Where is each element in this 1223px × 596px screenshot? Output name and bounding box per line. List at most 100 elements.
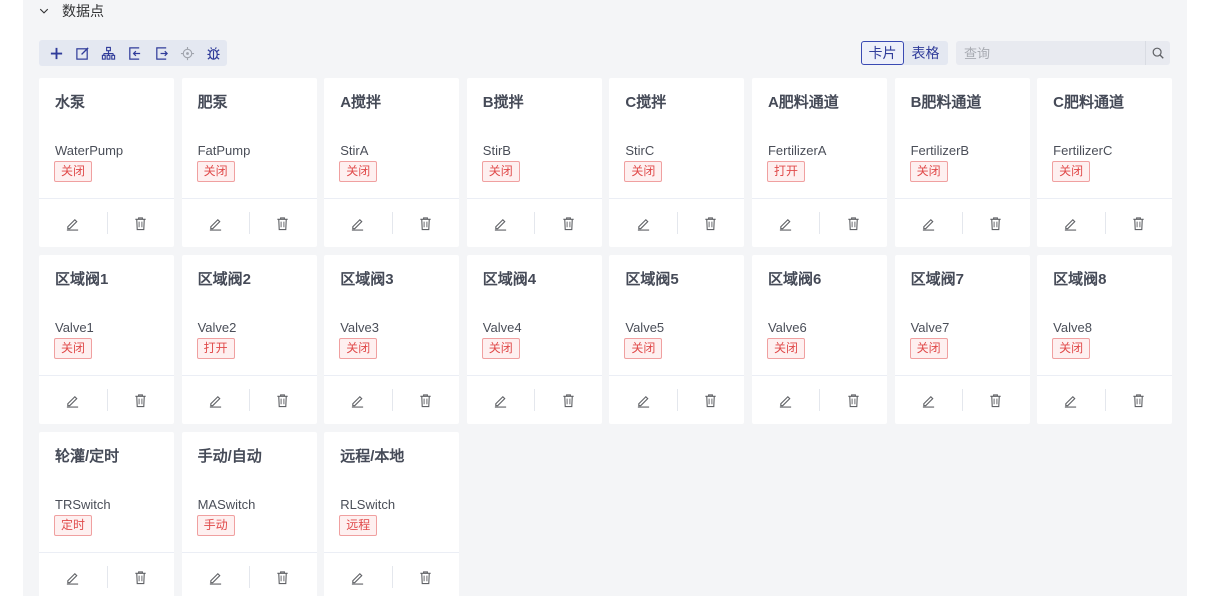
edit-button[interactable] [895,376,963,424]
view-table-tab[interactable]: 表格 [904,41,947,65]
delete-button[interactable] [249,199,317,247]
pencil-icon [637,218,649,231]
data-point-card[interactable]: 区域阀1 Valve1 关闭 [39,255,174,424]
delete-button[interactable] [534,376,602,424]
data-point-card[interactable]: 肥泵 FatPump 关闭 [181,78,317,247]
data-point-card[interactable]: 手动/自动 MASwitch 手动 [181,432,317,596]
edit-button[interactable] [1037,376,1105,424]
card-actions [181,198,317,247]
data-point-card[interactable]: B肥料通道 FertilizerB 关闭 [894,78,1030,247]
toolbar [39,40,227,66]
status-badge: 关闭 [766,338,805,359]
delete-button[interactable] [249,553,317,596]
search-input[interactable] [956,41,1145,65]
delete-button[interactable] [106,376,175,424]
pencil-icon [637,395,649,408]
edit-button[interactable] [609,199,677,247]
delete-button[interactable] [1104,199,1173,247]
card-title: 区域阀3 [340,271,394,288]
card-code: TRSwitch [55,497,111,512]
delete-button[interactable] [962,199,1030,247]
status-badge: 关闭 [1052,161,1091,182]
delete-button[interactable] [249,376,317,424]
status-badge: 定时 [54,515,93,536]
data-point-card[interactable]: 区域阀4 Valve4 关闭 [466,255,602,424]
edit-button[interactable] [467,376,535,424]
status-badge: 关闭 [624,338,663,359]
card-code: FatPump [197,143,251,158]
data-point-card[interactable]: 轮灌/定时 TRSwitch 定时 [39,432,174,596]
data-point-card[interactable]: 水泵 WaterPump 关闭 [39,78,174,247]
section-header[interactable]: 数据点 [36,0,104,22]
data-point-card[interactable]: 区域阀2 Valve2 打开 [181,255,317,424]
card-code: FertilizerB [910,143,970,158]
delete-button[interactable] [106,199,175,247]
status-badge: 远程 [339,515,378,536]
delete-button[interactable] [391,553,460,596]
pencil-icon [352,218,364,231]
pencil-icon [67,218,79,231]
delete-button[interactable] [534,199,602,247]
debug-icon[interactable] [201,40,227,66]
delete-button[interactable] [391,376,460,424]
edit-button[interactable] [182,199,250,247]
card-code: Valve6 [767,320,807,335]
delete-button[interactable] [391,199,460,247]
data-point-card[interactable]: C肥料通道 FertilizerC 关闭 [1037,78,1173,247]
edit-button[interactable] [39,553,107,596]
delete-button[interactable] [676,199,745,247]
edit-button[interactable] [895,199,963,247]
pencil-icon [209,218,221,231]
trash-icon [705,216,716,230]
card-code: Valve3 [340,320,379,335]
data-point-card[interactable]: C搅拌 StirC 关闭 [609,78,745,247]
card-code: Valve4 [482,320,522,335]
locate-icon[interactable] [174,40,200,66]
edit-button[interactable] [1037,199,1105,247]
delete-button[interactable] [1104,376,1173,424]
edit-button[interactable] [467,199,535,247]
edit-button[interactable] [182,376,250,424]
edit-button[interactable] [39,199,107,247]
card-title: 区域阀5 [625,271,679,288]
card-title: C搅拌 [625,94,667,111]
status-badge: 关闭 [624,161,663,182]
edit-button[interactable] [609,376,677,424]
data-point-card[interactable]: 区域阀5 Valve5 关闭 [609,255,745,424]
data-point-card[interactable]: A肥料通道 FertilizerA 打开 [751,78,887,247]
edit-button[interactable] [752,199,820,247]
edit-button[interactable] [324,376,392,424]
edit-button[interactable] [324,199,392,247]
card-actions [894,375,1030,424]
delete-button[interactable] [819,376,887,424]
delete-button[interactable] [819,199,887,247]
edit-button[interactable] [182,553,250,596]
edit-icon[interactable] [69,40,95,66]
view-card-tab[interactable]: 卡片 [861,41,904,65]
data-point-card[interactable]: 区域阀6 Valve6 关闭 [751,255,887,424]
section-title: 数据点 [62,3,104,19]
delete-button[interactable] [676,376,745,424]
tree-icon[interactable] [96,40,122,66]
delete-button[interactable] [962,376,1030,424]
card-actions [39,198,174,247]
data-point-card[interactable]: 区域阀7 Valve7 关闭 [894,255,1030,424]
data-point-card[interactable]: 区域阀3 Valve3 关闭 [324,255,460,424]
chevron-down-icon[interactable] [36,3,52,19]
import-icon[interactable] [122,40,148,66]
export-icon[interactable] [148,40,174,66]
data-point-card[interactable]: B搅拌 StirB 关闭 [466,78,602,247]
search-button[interactable] [1145,41,1170,65]
card-code: StirA [340,143,369,158]
data-point-card[interactable]: 区域阀8 Valve8 关闭 [1037,255,1173,424]
edit-button[interactable] [39,376,107,424]
delete-button[interactable] [106,553,175,596]
card-actions [1037,198,1173,247]
data-point-card[interactable]: A搅拌 StirA 关闭 [324,78,460,247]
edit-button[interactable] [324,553,392,596]
edit-button[interactable] [752,376,820,424]
status-badge: 关闭 [54,338,93,359]
add-icon[interactable] [43,40,69,66]
pencil-icon [209,572,221,585]
data-point-card[interactable]: 远程/本地 RLSwitch 远程 [324,432,460,596]
